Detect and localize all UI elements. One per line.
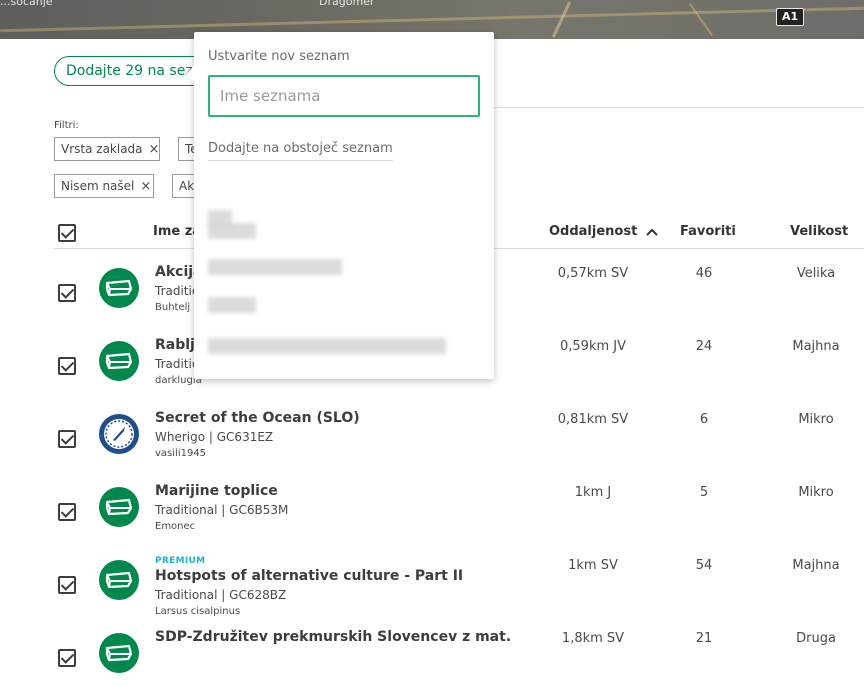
- table-row[interactable]: SDP-Združitev prekmurskih Slovencev z ma…: [0, 623, 864, 696]
- cache-favorites: 46: [695, 266, 713, 281]
- cache-distance: 0,81km SV: [557, 412, 629, 427]
- map-road: [551, 1, 572, 38]
- cache-distance: 0,57km SV: [557, 266, 629, 281]
- table-row[interactable]: Secret of the Ocean (SLO) Wherigo | GC63…: [0, 404, 864, 477]
- cache-name-link[interactable]: Secret of the Ocean (SLO): [155, 410, 360, 426]
- cache-name-link[interactable]: Hotspots of alternative culture - Part I…: [155, 568, 463, 584]
- cache-favorites: 24: [695, 339, 713, 354]
- filters-label: Filtri:: [54, 120, 79, 131]
- cache-favorites: 5: [699, 485, 709, 500]
- cache-size: Mikro: [798, 412, 834, 427]
- cache-type-code: Traditional | GC628BZ: [155, 588, 287, 602]
- cache-size: Majhna: [792, 558, 840, 573]
- cache-name-link[interactable]: Marijine toplice: [155, 483, 278, 499]
- wherigo-cache-icon: [99, 414, 139, 454]
- cache-owner[interactable]: Buhtelj: [155, 302, 190, 313]
- filter-chip[interactable]: Vrsta zaklada ×: [54, 137, 160, 161]
- select-all-checkbox[interactable]: [58, 224, 76, 242]
- filter-chip-label: Vrsta zaklada: [61, 142, 143, 156]
- add-to-list-popup: Ustvarite nov seznam Dodajte na obstoječ…: [186, 32, 494, 379]
- existing-list-item[interactable]: [208, 223, 256, 239]
- cache-favorites: 54: [695, 558, 713, 573]
- premium-badge: PREMIUM: [155, 556, 206, 566]
- row-checkbox[interactable]: [58, 576, 76, 594]
- cache-type-code: Traditional | GC6B53M: [155, 503, 289, 517]
- row-checkbox[interactable]: [58, 503, 76, 521]
- cache-size: Mikro: [798, 485, 834, 500]
- traditional-cache-icon: [99, 560, 139, 600]
- column-header-distance[interactable]: Oddaljenost: [549, 224, 658, 239]
- map-town-label: Dragomer: [319, 0, 375, 8]
- column-header-favorites[interactable]: Favoriti: [680, 224, 736, 239]
- cache-size: Velika: [796, 266, 836, 281]
- cache-name-link[interactable]: SDP-Združitev prekmurskih Slovencev z ma…: [155, 629, 511, 645]
- existing-list-item[interactable]: [208, 297, 256, 313]
- row-checkbox[interactable]: [58, 430, 76, 448]
- cache-owner[interactable]: Emonec: [155, 521, 195, 532]
- popup-caret: [186, 66, 194, 82]
- map-road: [0, 6, 864, 33]
- traditional-cache-icon: [99, 268, 139, 308]
- cache-distance: 0,59km JV: [560, 339, 626, 354]
- cache-size: Druga: [796, 631, 836, 646]
- cache-size: Majhna: [792, 339, 840, 354]
- cache-type-code: Wherigo | GC631EZ: [155, 430, 274, 444]
- column-header-distance-label: Oddaljenost: [549, 224, 638, 239]
- filter-chip-label: Nisem našel: [61, 179, 135, 193]
- row-checkbox[interactable]: [58, 649, 76, 667]
- map-road: [688, 2, 714, 37]
- cache-owner[interactable]: vasili1945: [155, 448, 206, 459]
- filter-chip[interactable]: Nisem našel ×: [54, 174, 154, 198]
- cache-favorites: 21: [695, 631, 713, 646]
- road-badge: A1: [776, 8, 805, 26]
- close-icon[interactable]: ×: [149, 142, 159, 157]
- row-checkbox[interactable]: [58, 284, 76, 302]
- chevron-up-icon: [646, 228, 658, 236]
- existing-list-item[interactable]: [208, 259, 342, 275]
- divider: [494, 107, 864, 108]
- cache-distance: 1,8km SV: [561, 631, 625, 646]
- close-icon[interactable]: ×: [140, 179, 151, 194]
- filter-chip-label: Ak: [179, 179, 195, 193]
- map-town-label: ...sočanje: [0, 0, 53, 8]
- traditional-cache-icon: [99, 341, 139, 381]
- existing-list-item[interactable]: [208, 338, 446, 354]
- cache-favorites: 6: [699, 412, 709, 427]
- column-header-size[interactable]: Velikost: [790, 224, 848, 239]
- existing-lists-header: Dodajte na obstoječ seznam: [208, 141, 393, 161]
- row-checkbox[interactable]: [58, 357, 76, 375]
- cache-owner[interactable]: Larsus cisalpinus: [155, 606, 240, 617]
- list-name-input[interactable]: [208, 75, 480, 117]
- cache-distance: 1km SV: [568, 558, 618, 573]
- cache-distance: 1km J: [574, 485, 612, 500]
- popup-title: Ustvarite nov seznam: [208, 49, 350, 64]
- table-row[interactable]: Marijine toplice Traditional | GC6B53M E…: [0, 477, 864, 550]
- table-row[interactable]: PREMIUM Hotspots of alternative culture …: [0, 550, 864, 623]
- traditional-cache-icon: [99, 487, 139, 527]
